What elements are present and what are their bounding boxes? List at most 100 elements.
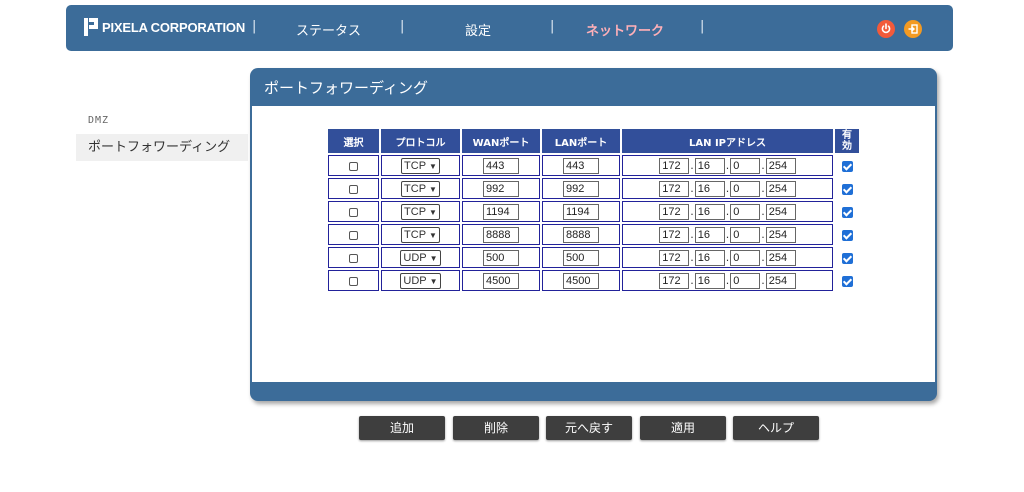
select-cell bbox=[328, 270, 379, 291]
protocol-select[interactable]: UDP ▼ bbox=[400, 272, 441, 289]
lan-ip-octet-1-input[interactable]: 172 bbox=[659, 249, 690, 266]
lan-port-cell: 4500 bbox=[542, 270, 620, 291]
lan-ip-octet-1-input[interactable]: 172 bbox=[659, 272, 690, 289]
lan-port-cell: 8888 bbox=[542, 224, 620, 245]
ip-dot: . bbox=[761, 228, 765, 241]
lan-port-input[interactable]: 8888 bbox=[563, 226, 599, 243]
wan-port-input[interactable]: 443 bbox=[483, 157, 519, 174]
wan-port-input[interactable]: 1194 bbox=[483, 203, 519, 220]
enabled-cell bbox=[835, 201, 859, 222]
lan-ip-octet-2-input[interactable]: 16 bbox=[694, 180, 725, 197]
lan-ip-octet-1-input[interactable]: 172 bbox=[659, 203, 690, 220]
enabled-checkbox[interactable] bbox=[841, 252, 853, 264]
table-row: UDP ▼ 4500 4500 172. 16. 0. 254 bbox=[328, 270, 859, 291]
select-checkbox[interactable] bbox=[349, 161, 358, 171]
lan-ip-octet-4-input[interactable]: 254 bbox=[765, 157, 796, 174]
lan-ip-octet-2-input[interactable]: 16 bbox=[694, 226, 725, 243]
select-checkbox[interactable] bbox=[349, 253, 358, 263]
lan-ip-octet-3-input[interactable]: 0 bbox=[730, 157, 761, 174]
lan-ip-octet-2-input[interactable]: 16 bbox=[694, 157, 725, 174]
apply-button[interactable]: 適用 bbox=[640, 416, 726, 440]
select-checkbox[interactable] bbox=[349, 230, 358, 240]
lan-ip-octet-1-input[interactable]: 172 bbox=[659, 226, 690, 243]
add-button[interactable]: 追加 bbox=[359, 416, 445, 440]
lan-port-cell: 500 bbox=[542, 247, 620, 268]
ip-dot: . bbox=[725, 159, 730, 172]
nav-status[interactable]: ステータス bbox=[296, 20, 361, 39]
delete-button[interactable]: 削除 bbox=[453, 416, 539, 440]
protocol-cell: UDP ▼ bbox=[381, 247, 460, 268]
nav-separator: | bbox=[400, 19, 405, 34]
wan-port-cell: 443 bbox=[462, 155, 540, 176]
nav-settings[interactable]: 設定 bbox=[465, 20, 491, 39]
enabled-cell bbox=[835, 224, 859, 245]
exit-icon[interactable] bbox=[904, 20, 922, 38]
wan-port-input[interactable]: 500 bbox=[483, 249, 519, 266]
pixela-logo-mark-icon bbox=[84, 18, 98, 36]
lan-ip-octet-3-input[interactable]: 0 bbox=[730, 272, 761, 289]
lan-ip-octet-2-input[interactable]: 16 bbox=[694, 203, 725, 220]
lan-ip-octet-4-input[interactable]: 254 bbox=[765, 249, 796, 266]
lan-ip-octet-2-input[interactable]: 16 bbox=[694, 272, 725, 289]
sidebar-item-dmz[interactable]: DMZ bbox=[88, 115, 109, 126]
lan-port-input[interactable]: 1194 bbox=[563, 203, 599, 220]
protocol-select[interactable]: TCP ▼ bbox=[401, 180, 440, 197]
select-cell bbox=[328, 224, 379, 245]
lan-ip-octet-1-input[interactable]: 172 bbox=[659, 157, 690, 174]
select-cell bbox=[328, 155, 379, 176]
table-row: TCP ▼ 1194 1194 172. 16. 0. 254 bbox=[328, 201, 859, 222]
enabled-checkbox[interactable] bbox=[841, 160, 853, 172]
wan-port-input[interactable]: 4500 bbox=[483, 272, 519, 289]
enabled-checkbox[interactable] bbox=[841, 183, 853, 195]
lan-ip-octet-4-input[interactable]: 254 bbox=[765, 226, 796, 243]
protocol-select[interactable]: TCP ▼ bbox=[401, 226, 440, 243]
logo-text: PIXELA CORPORATION bbox=[102, 19, 246, 35]
enabled-checkbox[interactable] bbox=[841, 206, 853, 218]
lan-ip-octet-3-input[interactable]: 0 bbox=[730, 226, 761, 243]
port-forwarding-rows: TCP ▼ 443 443 172. 16. 0. 254 TCP ▼ 992 992 172. 16. 0… bbox=[328, 155, 859, 291]
select-cell bbox=[328, 178, 379, 199]
wan-port-cell: 992 bbox=[462, 178, 540, 199]
lan-ip-octet-4-input[interactable]: 254 bbox=[765, 272, 796, 289]
select-cell bbox=[328, 201, 379, 222]
enabled-checkbox[interactable] bbox=[841, 229, 853, 241]
wan-port-input[interactable]: 8888 bbox=[483, 226, 519, 243]
lan-ip-octet-3-input[interactable]: 0 bbox=[730, 180, 761, 197]
nav-network[interactable]: ネットワーク bbox=[586, 20, 664, 39]
protocol-select[interactable]: UDP ▼ bbox=[400, 249, 441, 266]
select-checkbox[interactable] bbox=[349, 184, 358, 194]
sidebar-item-port-forwarding[interactable]: ポートフォワーディング bbox=[76, 134, 248, 161]
revert-button[interactable]: 元へ戻す bbox=[546, 416, 632, 440]
ip-dot: . bbox=[725, 228, 730, 241]
lan-ip-octet-4-input[interactable]: 254 bbox=[765, 203, 796, 220]
help-button[interactable]: ヘルプ bbox=[733, 416, 819, 440]
lan-port-input[interactable]: 992 bbox=[563, 180, 599, 197]
enabled-cell bbox=[835, 178, 859, 199]
protocol-cell: TCP ▼ bbox=[381, 224, 460, 245]
lan-ip-octet-4-input[interactable]: 254 bbox=[765, 180, 796, 197]
lan-port-input[interactable]: 443 bbox=[563, 157, 599, 174]
power-icon[interactable] bbox=[877, 20, 895, 38]
wan-port-input[interactable]: 992 bbox=[483, 180, 519, 197]
lan-port-input[interactable]: 500 bbox=[563, 249, 599, 266]
pixela-logo: PIXELA CORPORATION bbox=[84, 18, 245, 36]
chevron-down-icon: ▼ bbox=[429, 230, 437, 240]
lan-ip-octet-3-input[interactable]: 0 bbox=[730, 203, 761, 220]
header-lan-ip: LAN IPアドレス bbox=[622, 129, 833, 153]
enabled-checkbox[interactable] bbox=[841, 275, 853, 287]
lan-port-input[interactable]: 4500 bbox=[563, 272, 599, 289]
enabled-cell bbox=[835, 155, 859, 176]
lan-ip-octet-2-input[interactable]: 16 bbox=[694, 249, 725, 266]
wan-port-cell: 4500 bbox=[462, 270, 540, 291]
select-checkbox[interactable] bbox=[349, 276, 358, 286]
ip-dot: . bbox=[690, 182, 694, 195]
lan-ip-cell: 172. 16. 0. 254 bbox=[622, 247, 833, 268]
ip-dot: . bbox=[725, 182, 730, 195]
protocol-value: TCP bbox=[404, 159, 427, 172]
protocol-select[interactable]: TCP ▼ bbox=[401, 203, 440, 220]
top-navigation-bar: PIXELA CORPORATION | ステータス | 設定 | ネットワーク… bbox=[66, 5, 953, 51]
protocol-select[interactable]: TCP ▼ bbox=[401, 157, 440, 174]
select-checkbox[interactable] bbox=[349, 207, 358, 217]
lan-ip-octet-3-input[interactable]: 0 bbox=[730, 249, 761, 266]
lan-ip-octet-1-input[interactable]: 172 bbox=[659, 180, 690, 197]
